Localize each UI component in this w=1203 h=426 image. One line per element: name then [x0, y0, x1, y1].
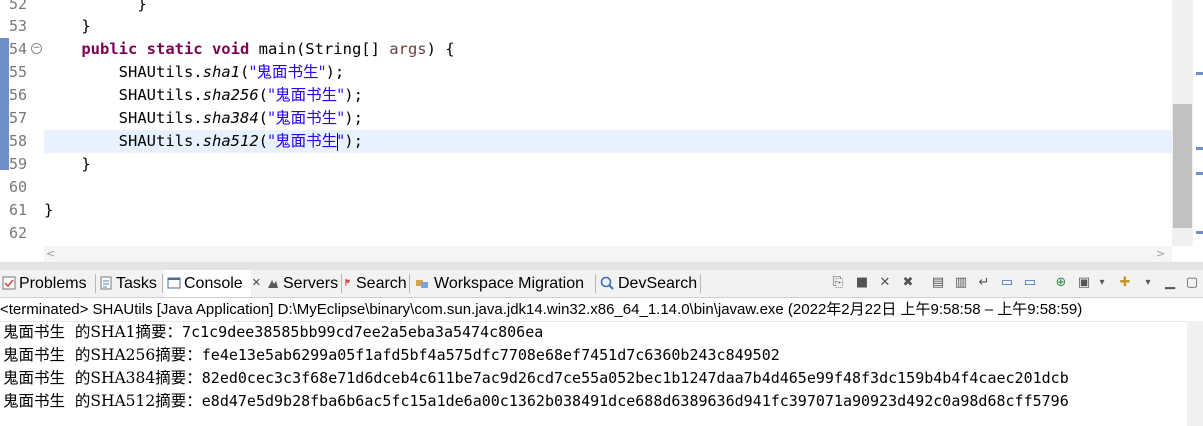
show-stderr-icon[interactable]: ▭ [1022, 275, 1038, 291]
code-line: } [44, 201, 54, 219]
line-number: 52 [9, 0, 28, 13]
overview-marker[interactable] [1196, 147, 1203, 150]
workspace-migration-icon [416, 280, 428, 288]
servers-icon [268, 280, 278, 288]
tab-problems[interactable]: Problems [2, 270, 87, 297]
output-line: 鬼面书生 的SHA512摘要：e8d47e5d9b28fba6b6ac5fc15… [3, 392, 1069, 410]
line-number-ruler: 52 53 54 55 56 57 58 59 60 61 62 − [0, 0, 44, 246]
line-number: 59 [9, 155, 28, 173]
overview-ruler[interactable] [1193, 0, 1203, 262]
collapse-icon[interactable]: − [31, 43, 42, 54]
dropdown-icon[interactable]: ▾ [1094, 275, 1110, 291]
devsearch-icon [600, 276, 614, 290]
tasks-icon [100, 276, 112, 290]
dropdown-icon[interactable]: ▾ [1140, 275, 1156, 291]
console-process-status: <terminated> SHAUtils [Java Application]… [0, 298, 1203, 322]
code-editor[interactable]: 52 53 54 55 56 57 58 59 60 61 62 − } } p… [0, 0, 1203, 262]
code-line: SHAUtils.sha384("鬼面书生"); [118, 109, 363, 127]
vertical-scroll-thumb[interactable] [1173, 104, 1192, 228]
overview-marker[interactable] [1196, 172, 1203, 175]
remove-launch-icon[interactable]: ✕ [877, 275, 893, 291]
view-sash[interactable] [0, 262, 1203, 270]
display-console-icon[interactable]: ▣ [1076, 275, 1092, 291]
output-line: 鬼面书生 的SHA384摘要：82ed0cec3c3f68e71d6dceb4c… [3, 369, 1069, 387]
line-number: 61 [9, 201, 28, 219]
code-line: } [81, 155, 91, 173]
code-line: } [137, 0, 147, 13]
change-marker-bar [0, 38, 9, 170]
horizontal-scrollbar[interactable]: < > [44, 246, 1172, 262]
overview-marker[interactable] [1196, 72, 1203, 75]
show-stdout-icon[interactable]: ▭ [999, 275, 1015, 291]
scroll-lock-icon[interactable]: ▥ [953, 275, 969, 291]
tab-console[interactable]: Console ✕ [164, 270, 261, 297]
overview-marker[interactable] [1196, 231, 1203, 234]
tab-servers[interactable]: Servers [266, 270, 338, 297]
problems-icon [2, 276, 16, 290]
word-wrap-icon[interactable]: ↵ [976, 275, 992, 291]
code-line: } [81, 17, 91, 35]
clear-console-icon[interactable]: ▤ [930, 275, 946, 291]
search-icon [345, 278, 351, 286]
remove-all-icon[interactable]: ✖ [900, 275, 916, 291]
output-line: 鬼面书生 的SHA256摘要：fe4e13e5ab6299a05f1afd5bf… [3, 346, 780, 364]
minimize-icon[interactable]: ▁ [1162, 275, 1178, 291]
line-number: 55 [9, 63, 28, 81]
line-number: 53 [9, 17, 28, 35]
close-tab-icon[interactable]: ✕ [252, 270, 261, 297]
tab-search[interactable]: Search [343, 270, 407, 297]
output-line: 鬼面书生 的SHA1摘要：7c1c9dee38585bb99cd7ee2a5eb… [3, 323, 544, 341]
current-code-line: SHAUtils.sha512("鬼面书生"); [44, 130, 1172, 153]
scroll-left-icon[interactable]: < [46, 247, 55, 260]
line-number: 57 [9, 109, 28, 127]
code-text-area[interactable]: } } public static void main(String[] arg… [44, 0, 1172, 246]
line-number: 60 [9, 178, 28, 196]
line-number: 58 [9, 132, 28, 150]
console-vertical-scrollbar[interactable] [1187, 321, 1203, 426]
stop-icon[interactable]: ■ [854, 275, 870, 291]
console-icon [167, 277, 181, 289]
line-number: 56 [9, 86, 28, 104]
tab-tasks[interactable]: Tasks [99, 270, 157, 297]
code-line: public static void main(String[] args) { [81, 40, 455, 58]
tab-workspace-migration[interactable]: Workspace Migration [413, 270, 584, 297]
line-number: 62 [9, 224, 28, 242]
scroll-right-icon[interactable]: > [1156, 247, 1165, 260]
maximize-icon[interactable]: ▢ [1184, 275, 1200, 291]
tab-devsearch[interactable]: DevSearch [599, 270, 697, 297]
pin-console-icon[interactable]: ⊕ [1053, 275, 1069, 291]
open-console-icon[interactable]: ✚ [1117, 275, 1133, 291]
code-line: SHAUtils.sha256("鬼面书生"); [118, 86, 363, 104]
terminate-icon[interactable]: ⎘ [830, 275, 846, 291]
code-line: SHAUtils.sha1("鬼面书生"); [118, 63, 345, 81]
